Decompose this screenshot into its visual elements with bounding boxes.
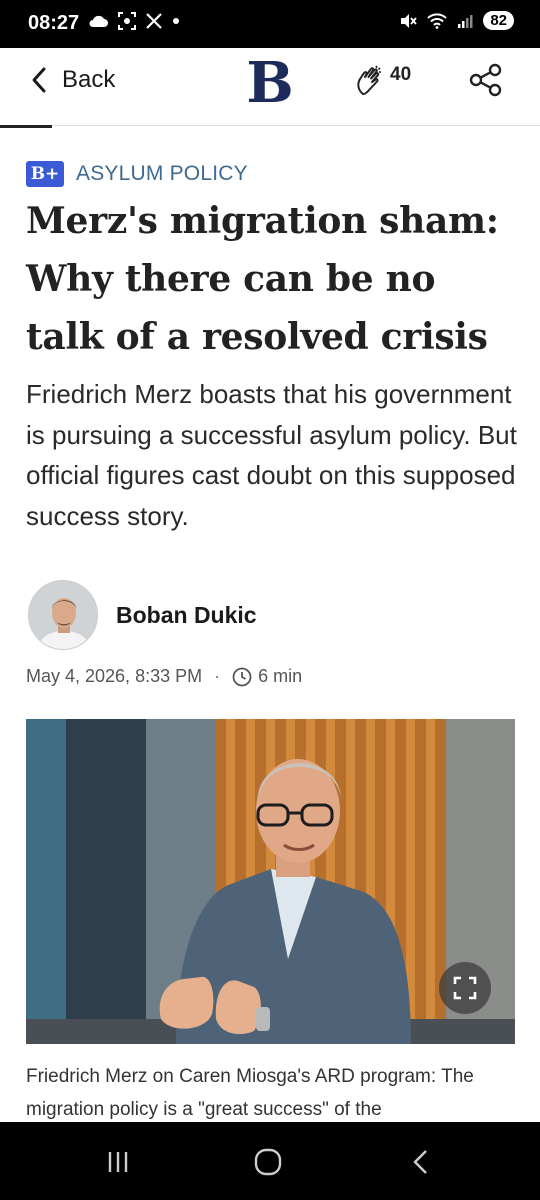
screenshot-icon (118, 12, 136, 30)
publish-date: May 4, 2026, 8:33 PM (26, 666, 203, 686)
author-name[interactable]: Boban Dukic (116, 602, 257, 629)
clap-icon (357, 65, 381, 96)
image-caption: Friedrich Merz on Caren Miosga's ARD pro… (26, 1066, 474, 1120)
x-icon (146, 13, 162, 29)
back-button[interactable]: Back (30, 66, 115, 94)
kicker: B+ ASYLUM POLICY (26, 161, 248, 187)
back-label: Back (62, 66, 116, 93)
app-bar: Back B 40 (0, 48, 540, 126)
read-time: 6 min (232, 666, 302, 687)
status-right-icons: 82 (399, 11, 514, 30)
wifi-icon (427, 12, 448, 29)
reading-progress-bar (0, 125, 52, 128)
clap-button[interactable]: 40 (354, 64, 411, 96)
meta-row: May 4, 2026, 8:33 PM · 6 min (26, 666, 302, 687)
recents-button[interactable] (98, 1146, 138, 1178)
status-time: 08:27 (28, 12, 80, 34)
read-time-label: 6 min (258, 666, 303, 686)
status-bar: 08:27 82 (0, 0, 540, 48)
battery-indicator: 82 (483, 11, 514, 30)
status-left-icons (88, 12, 180, 30)
dot-icon (173, 18, 179, 24)
hero-image[interactable] (26, 719, 515, 1044)
clap-count: 40 (390, 64, 412, 85)
home-button[interactable] (248, 1146, 288, 1178)
kicker-label[interactable]: ASYLUM POLICY (76, 162, 248, 186)
chevron-left-icon (32, 67, 46, 93)
plus-badge: B+ (26, 161, 64, 187)
home-icon (254, 1148, 282, 1176)
meta-separator: · (214, 666, 221, 686)
share-button[interactable] (468, 62, 504, 103)
logo-letter: B (246, 52, 293, 110)
cloud-icon (89, 15, 108, 27)
back-arrow-icon (413, 1150, 427, 1174)
clock-icon (232, 667, 252, 686)
system-back-button[interactable] (400, 1146, 440, 1178)
author-photo (29, 581, 97, 649)
avatar (28, 580, 98, 650)
teaser: Friedrich Merz boasts that his governmen… (26, 379, 517, 531)
author-row[interactable]: Boban Dukic (28, 580, 257, 650)
share-icon (469, 63, 502, 97)
fullscreen-icon (453, 976, 477, 1000)
recents-icon (108, 1152, 128, 1172)
signal-icon (458, 14, 473, 28)
publisher-logo[interactable]: B (245, 52, 295, 110)
expand-image-button[interactable] (439, 962, 491, 1014)
system-nav-bar (0, 1122, 540, 1200)
mute-icon (401, 13, 418, 28)
headline: Merz's migration sham: Why there can be … (26, 200, 499, 358)
